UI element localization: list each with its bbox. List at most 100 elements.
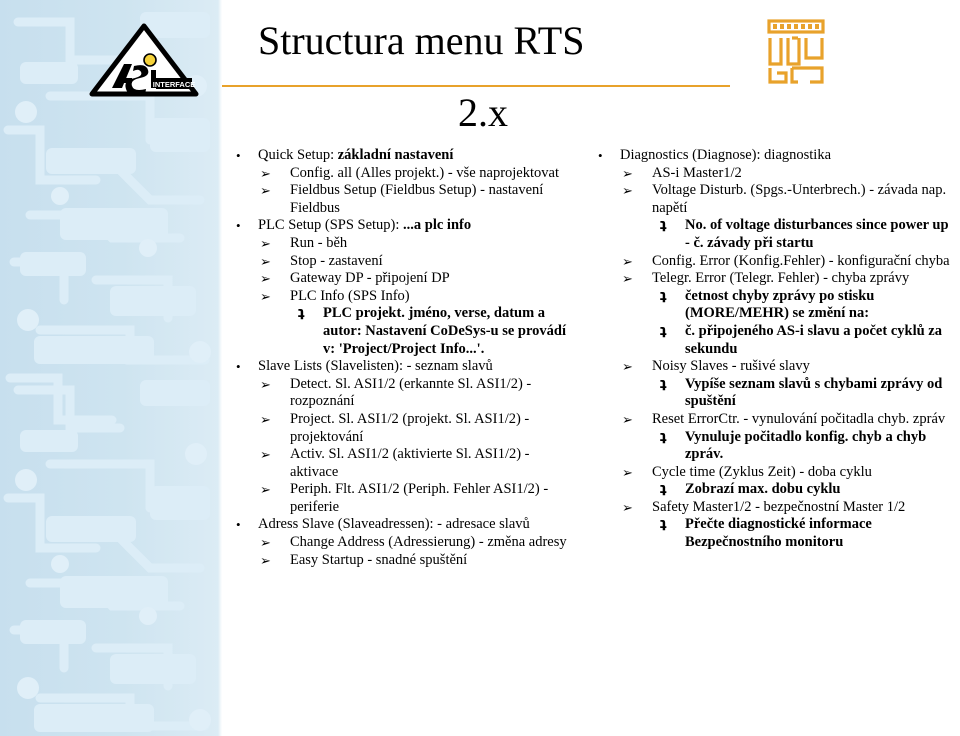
- outline-item-text: Adress Slave (Slaveadressen): - adresace…: [258, 516, 530, 533]
- outline-item-level3: ʇ Vypíše seznam slavů s chybami zprávy od…: [590, 376, 950, 411]
- outline-item-text: AS-i Master1/2: [652, 164, 742, 181]
- circuit-pattern-icon: [0, 0, 222, 736]
- outline-item-level2: ➢ PLC Info (SPS Info): [228, 288, 578, 306]
- outline-item-text: Vynuluje počitadlo konfig. chyb a chyb z…: [685, 428, 927, 463]
- bullet-arrow-icon: ➢: [260, 482, 271, 498]
- outline-item-text: Periph. Flt. ASI1/2 (Periph. Fehler ASI1…: [290, 481, 549, 515]
- outline-item-level2: ➢ Reset ErrorCtr. - vynulování počitadla …: [590, 411, 950, 429]
- outline-item-text: PLC Setup (SPS Setup): ...a plc info: [258, 217, 472, 234]
- outline-item-level3: ʇ PLC projekt. jméno, verse, datum a auto…: [228, 305, 578, 358]
- outline-item-text: Cycle time (Zyklus Zeit) - doba cyklu: [652, 463, 872, 480]
- outline-item-text: Gateway DP - připojení DP: [290, 270, 450, 287]
- outline-item-text: Noisy Slaves - rušivé slavy: [652, 358, 810, 375]
- outline-item-level2: ➢ Gateway DP - připojení DP: [228, 270, 578, 288]
- bullet-arrow-icon: ➢: [622, 464, 633, 480]
- outline-item-level3: ʇ Přečte diagnostické informace Bezpečnos…: [590, 516, 950, 551]
- outline-item-level2: ➢ Noisy Slaves - rušivé slavy: [590, 358, 950, 376]
- bullet-arrow-icon: ➢: [622, 165, 633, 181]
- content-column-left: • Quick Setup: základní nastavení ➢ Config.…: [228, 147, 578, 569]
- bullet-arrow-icon: ➢: [622, 183, 633, 199]
- outline-item-text: Diagnostics (Diagnose): diagnostika: [620, 147, 832, 163]
- bullet-arrow-icon: ➢: [622, 499, 633, 515]
- outline-item-emphasis: ...a plc info: [403, 217, 472, 234]
- outline-item-text: Přečte diagnostické informace Bezpečnost…: [685, 516, 872, 551]
- content-column-right: • Diagnostics (Diagnose): diagnostika ➢ AS-…: [590, 147, 950, 552]
- outline-item-level2: ➢ Change Address (Adressierung) - změna a…: [228, 534, 578, 552]
- outline-item-level2: ➢ AS-i Master1/2: [590, 165, 950, 183]
- asi-logo-subtext: INTERFACE: [153, 80, 196, 89]
- outline-item-text: Vypíše seznam slavů s chybami zprávy od …: [685, 375, 943, 410]
- outline-item-level1: • PLC Setup (SPS Setup): ...a plc info: [228, 217, 578, 235]
- page-title: Structura menu RTS: [228, 18, 738, 64]
- outline-item-text: Project. Sl. ASI1/2 (projekt. Sl. ASI1/2…: [290, 410, 530, 445]
- title-divider: [222, 85, 730, 87]
- outline-item-level2: ➢ Voltage Disturb. (Spgs.-Unterbrech.) - …: [590, 182, 950, 217]
- outline-list-left: • Quick Setup: základní nastavení ➢ Config.…: [228, 147, 578, 569]
- outline-item-level2: ➢ Run - běh: [228, 235, 578, 253]
- bullet-arrow-icon: ➢: [260, 447, 271, 463]
- outline-item-level3: ʇ Vynuluje počitadlo konfig. chyb a chyb …: [590, 429, 950, 464]
- outline-item-level3: ʇ četnost chyby zprávy po stisku (MORE/ME…: [590, 288, 950, 323]
- outline-item-text: Telegr. Error (Telegr. Fehler) - chyba z…: [652, 270, 910, 287]
- outline-item-level2: ➢ Project. Sl. ASI1/2 (projekt. Sl. ASI1/…: [228, 411, 578, 446]
- outline-item-text: Config. all (Alles projekt.) - vše napro…: [290, 164, 559, 181]
- bullet-arrow-icon: ➢: [260, 183, 271, 199]
- outline-item-text: Reset ErrorCtr. - vynulování počitadla c…: [652, 410, 946, 427]
- outline-item-level2: ➢ Fieldbus Setup (Fieldbus Setup) - nasta…: [228, 182, 578, 217]
- outline-item-text: Voltage Disturb. (Spgs.-Unterbrech.) - z…: [652, 182, 947, 216]
- outline-item-level1: • Slave Lists (Slavelisten): - seznam sla…: [228, 358, 578, 376]
- bullet-ribbon-icon: ʇ: [660, 428, 667, 445]
- outline-item-text: Easy Startup - snadné spuštění: [290, 551, 468, 568]
- outline-item-text: Change Address (Adressierung) - změna ad…: [290, 534, 567, 551]
- bullet-arrow-icon: ➢: [260, 235, 271, 251]
- outline-item-level2: ➢ Detect. Sl. ASI1/2 (erkannte Sl. ASI1/2…: [228, 376, 578, 411]
- outline-item-level3: ʇ č. připojeného AS-i slavu a počet cyklů…: [590, 323, 950, 358]
- outline-item-level2: ➢ Periph. Flt. ASI1/2 (Periph. Fehler ASI…: [228, 481, 578, 516]
- bullet-ribbon-icon: ʇ: [298, 305, 305, 322]
- outline-item-text: Quick Setup: základní nastavení: [258, 147, 454, 163]
- bullet-arrow-icon: ➢: [622, 271, 633, 287]
- outline-item-text: Activ. Sl. ASI1/2 (aktivierte Sl. ASI1/2…: [290, 446, 530, 480]
- outline-item-level1: • Adress Slave (Slaveadressen): - adresac…: [228, 516, 578, 534]
- page-title-line2: 2.x: [458, 90, 508, 135]
- bullet-arrow-icon: ➢: [260, 271, 271, 287]
- outline-list-right: • Diagnostics (Diagnose): diagnostika ➢ AS-…: [590, 147, 950, 552]
- bullet-arrow-icon: ➢: [260, 535, 271, 551]
- sidebar-edge-fade: [218, 0, 222, 736]
- bullet-ribbon-icon: ʇ: [660, 516, 667, 533]
- outline-item-level1: • Quick Setup: základní nastavení: [228, 147, 578, 165]
- outline-item-text: Slave Lists (Slavelisten): - seznam slav…: [258, 358, 493, 375]
- outline-item-level2: ➢ Cycle time (Zyklus Zeit) - doba cyklu: [590, 464, 950, 482]
- outline-item-text: Zobrazí max. dobu cyklu: [685, 481, 841, 498]
- outline-item-level3: ʇ No. of voltage disturbances since power…: [590, 217, 950, 252]
- bullet-arrow-icon: ➢: [260, 288, 271, 304]
- outline-item-text: č. připojeného AS-i slavu a počet cyklů …: [685, 322, 942, 357]
- outline-item-text: Stop - zastavení: [290, 252, 383, 269]
- bullet-ribbon-icon: ʇ: [660, 375, 667, 392]
- bullet-dot-icon: •: [236, 148, 241, 163]
- outline-item-text: PLC projekt. jméno, verse, datum a autor…: [323, 305, 567, 357]
- bullet-arrow-icon: ➢: [622, 411, 633, 427]
- outline-item-text: Fieldbus Setup (Fieldbus Setup) - nastav…: [290, 182, 544, 216]
- bullet-arrow-icon: ➢: [622, 253, 633, 269]
- bullet-arrow-icon: ➢: [622, 359, 633, 375]
- bullet-ribbon-icon: ʇ: [660, 481, 667, 498]
- bullet-arrow-icon: ➢: [260, 411, 271, 427]
- bullet-dot-icon: •: [598, 148, 603, 163]
- slide-canvas: INTERFACE Structura menu RTS 2.x • Quick…: [0, 0, 960, 736]
- bullet-arrow-icon: ➢: [260, 253, 271, 269]
- outline-item-level2: ➢ Easy Startup - snadné spuštění: [228, 552, 578, 570]
- outline-item-emphasis: základní nastavení: [337, 147, 454, 163]
- sidebar-decoration: [0, 0, 222, 736]
- outline-item-text: No. of voltage disturbances since power …: [685, 217, 949, 251]
- outline-item-text: Safety Master1/2 - bezpečnostní Master 1…: [652, 498, 906, 515]
- bullet-ribbon-icon: ʇ: [660, 322, 667, 339]
- outline-item-text: Config. Error (Konfig.Fehler) - konfigur…: [652, 252, 950, 269]
- outline-item-level1: • Diagnostics (Diagnose): diagnostika: [590, 147, 950, 165]
- outline-item-level2: ➢ Activ. Sl. ASI1/2 (aktivierte Sl. ASI1/…: [228, 446, 578, 481]
- bullet-dot-icon: •: [236, 517, 241, 533]
- outline-item-text: Detect. Sl. ASI1/2 (erkannte Sl. ASI1/2)…: [290, 375, 532, 410]
- outline-item-text: četnost chyby zprávy po stisku (MORE/MEH…: [685, 287, 875, 322]
- bullet-arrow-icon: ➢: [260, 165, 271, 181]
- bullet-dot-icon: •: [236, 218, 241, 234]
